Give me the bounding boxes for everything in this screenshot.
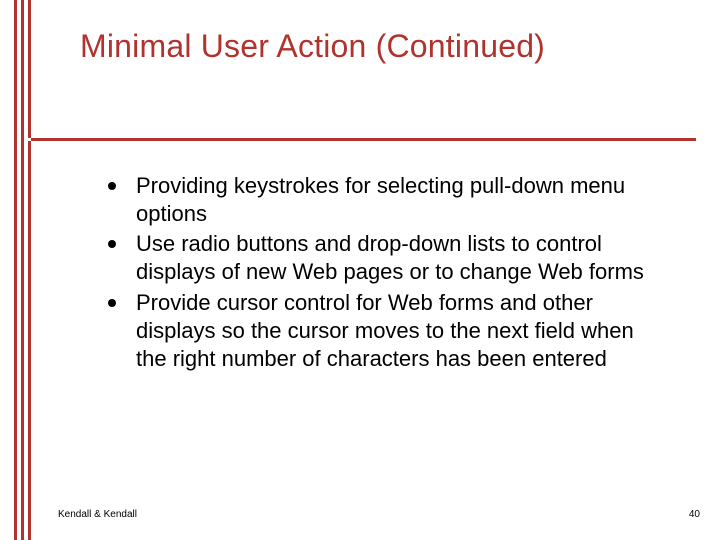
decorative-stripe bbox=[28, 141, 31, 540]
footer-page-number: 40 bbox=[689, 509, 700, 520]
slide-body: Providing keystrokes for selecting pull-… bbox=[108, 172, 664, 375]
decorative-stripe bbox=[14, 0, 17, 540]
slide: Minimal User Action (Continued) Providin… bbox=[0, 0, 720, 540]
decorative-stripe bbox=[21, 0, 24, 540]
decorative-stripe bbox=[28, 0, 31, 138]
slide-title: Minimal User Action (Continued) bbox=[80, 28, 680, 65]
list-item: Providing keystrokes for selecting pull-… bbox=[108, 172, 664, 228]
bullet-list: Providing keystrokes for selecting pull-… bbox=[108, 172, 664, 373]
list-item: Use radio buttons and drop-down lists to… bbox=[108, 230, 664, 286]
footer-author: Kendall & Kendall bbox=[58, 509, 137, 520]
list-item: Provide cursor control for Web forms and… bbox=[108, 289, 664, 373]
title-underline bbox=[31, 138, 696, 141]
